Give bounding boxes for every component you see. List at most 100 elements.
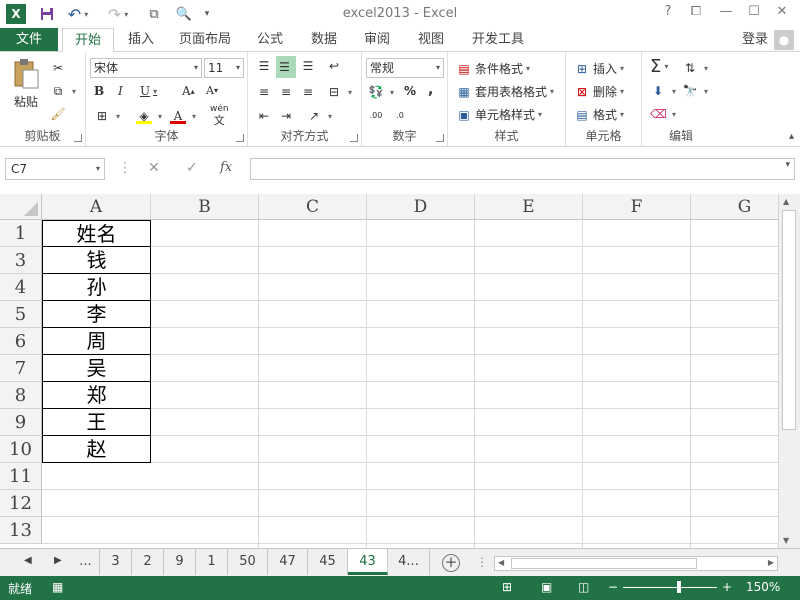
row-header[interactable]: 5 [0,301,42,328]
comma-button[interactable]: , [428,82,433,98]
cell-a[interactable]: 吴 [42,355,151,382]
orientation-button[interactable]: ↗ ▾ [306,108,332,124]
sheet-tab[interactable]: 1 [196,549,228,575]
clear-button[interactable]: ⌫ ▾ [650,106,676,122]
row-header[interactable]: 6 [0,328,42,355]
page-layout-view-button[interactable]: ▣ [541,580,552,594]
align-right-button[interactable]: ≡ [300,84,319,100]
font-size-select[interactable]: 11 ▾ [204,58,244,78]
select-all-button[interactable] [0,194,42,220]
row-header[interactable]: 10 [0,436,42,463]
collapse-ribbon-button[interactable]: ▴ [789,131,794,142]
column-header-e[interactable]: E [475,194,583,220]
macro-record-icon[interactable]: ▦ [52,580,63,594]
fill-button[interactable]: ⬇ ▾ [650,83,676,99]
column-header-a[interactable]: A [42,194,151,220]
close-button[interactable]: ✕ [768,4,796,24]
find-select-button[interactable]: 🔭 ▾ [682,83,709,99]
fill-color-button[interactable]: ◈ ▾ [136,108,162,124]
maximize-button[interactable]: ☐ [740,4,768,24]
sheet-tab-more[interactable]: ... [72,549,100,575]
cell-a[interactable]: 孙 [42,274,151,301]
cell-a[interactable]: 郑 [42,382,151,409]
decrease-decimal-button[interactable]: .0 [392,108,411,124]
zoom-slider[interactable] [623,587,717,588]
tab-developer[interactable]: 开发工具 [465,28,531,52]
cancel-formula-button[interactable]: ✕ [148,160,160,176]
cell-a[interactable]: 赵 [42,436,151,463]
cell-a[interactable]: 王 [42,409,151,436]
font-launcher-icon[interactable] [236,134,244,142]
zoom-slider-thumb[interactable] [677,581,681,593]
scroll-right-icon[interactable]: ▶ [768,558,774,567]
format-painter-button[interactable]: 🖌 [50,106,69,122]
next-sheet-button[interactable]: ▶ [54,555,62,566]
copy-button[interactable]: ⧉ ▾ [50,83,76,99]
horizontal-scrollbar[interactable]: ◀ ▶ [494,556,778,571]
help-button[interactable]: ? [654,4,682,24]
row-header[interactable]: 13 [0,517,42,544]
borders-button[interactable]: ⊞ ▾ [94,108,120,124]
clipboard-launcher-icon[interactable] [74,134,82,142]
vertical-scrollbar[interactable]: ▲ ▼ [778,194,800,548]
login-link[interactable]: 登录 [742,28,768,52]
user-avatar[interactable]: ● [774,30,794,50]
sheet-tab[interactable]: 3 [100,549,132,575]
number-format-select[interactable]: 常规 ▾ [366,58,444,78]
percent-button[interactable]: % [404,84,416,98]
tab-formulas[interactable]: 公式 [250,28,290,52]
column-header-f[interactable]: F [583,194,691,220]
merge-center-button[interactable]: ⊟ ▾ [326,84,352,100]
column-header-g[interactable]: G [691,194,778,220]
normal-view-button[interactable]: ⊞ [502,580,512,594]
paste-button[interactable]: 粘贴 [8,58,44,118]
sort-filter-button[interactable]: ⇅ ▾ [682,60,708,76]
prev-sheet-button[interactable]: ◀ [24,555,32,566]
tab-page-layout[interactable]: 页面布局 [172,28,238,52]
font-name-select[interactable]: 宋体 ▾ [90,58,202,78]
delete-cells-button[interactable]: ⊠ 删除 ▾ [574,83,624,100]
zoom-level[interactable]: 150% [746,580,780,594]
scroll-down-icon[interactable]: ▼ [783,536,789,545]
cell-a[interactable]: 钱 [42,247,151,274]
zoom-in-button[interactable]: + [722,580,732,594]
name-box[interactable]: C7 ▾ [5,158,105,180]
wrap-text-button[interactable]: ↩ [326,58,345,74]
increase-decimal-button[interactable]: .00 [368,108,387,124]
sheet-tab[interactable]: 45 [308,549,348,575]
phonetic-button[interactable]: wén 文 [210,104,229,126]
tab-split-handle[interactable]: ⋮ [476,555,488,569]
minimize-button[interactable]: — [712,4,740,24]
conditional-format-button[interactable]: ▤ 条件格式 ▾ [456,60,530,77]
format-as-table-button[interactable]: ▦ 套用表格格式 ▾ [456,83,554,100]
tab-insert[interactable]: 插入 [118,28,164,52]
add-sheet-button[interactable]: + [442,554,460,572]
insert-cells-button[interactable]: ⊞ 插入 ▾ [574,60,624,77]
decrease-indent-button[interactable]: ⇤ [256,108,275,124]
vertical-scroll-thumb[interactable] [782,210,796,430]
bold-button[interactable]: B [94,84,104,98]
align-bottom-button[interactable]: ☰ [300,58,319,74]
sheet-tab[interactable]: 47 [268,549,308,575]
tab-file[interactable]: 文件 [0,28,58,52]
scroll-left-icon[interactable]: ◀ [498,558,504,567]
horizontal-scroll-thumb[interactable] [511,558,697,569]
tab-home[interactable]: 开始 [62,28,114,52]
row-header[interactable]: 11 [0,463,42,490]
cell-a[interactable]: 周 [42,328,151,355]
sheet-tab[interactable]: 50 [228,549,268,575]
insert-function-button[interactable]: fx [220,160,232,175]
sheet-tab[interactable]: 4... [388,549,430,575]
format-cells-button[interactable]: ▤ 格式 ▾ [574,106,624,123]
sheet-tab[interactable]: 2 [132,549,164,575]
shrink-font-button[interactable]: A ▾ [206,84,218,97]
number-launcher-icon[interactable] [436,134,444,142]
accounting-format-button[interactable]: 💱 ▾ [368,84,395,100]
row-header[interactable]: 4 [0,274,42,301]
align-middle-button[interactable]: ☰ [276,56,296,78]
italic-button[interactable]: I [118,84,123,98]
column-header-b[interactable]: B [151,194,259,220]
enter-formula-button[interactable]: ✓ [186,160,198,176]
increase-indent-button[interactable]: ⇥ [278,108,297,124]
cut-button[interactable]: ✂ [50,60,69,76]
